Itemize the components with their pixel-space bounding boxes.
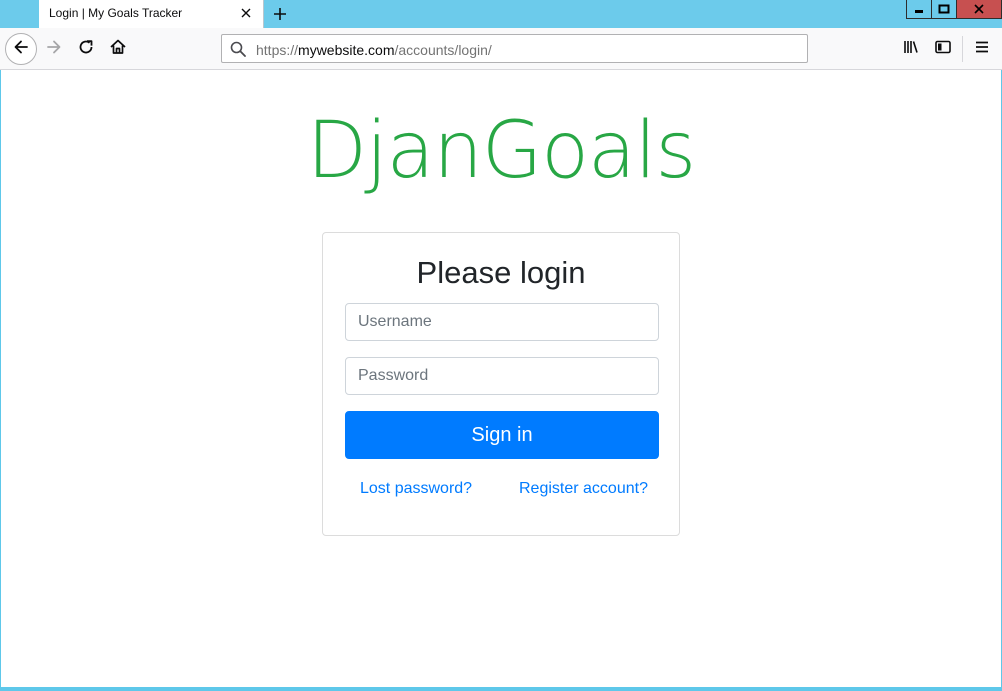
library-button[interactable] xyxy=(901,39,921,59)
url-bar[interactable]: https://mywebsite.com/accounts/login/ xyxy=(221,34,808,63)
library-icon xyxy=(902,38,920,61)
sign-in-button[interactable]: Sign in xyxy=(345,411,659,459)
minimize-icon[interactable] xyxy=(906,0,932,19)
home-button[interactable] xyxy=(108,39,128,59)
login-card: Please login Sign in Lost password? Regi… xyxy=(322,232,680,536)
reload-icon xyxy=(77,38,95,61)
password-input[interactable] xyxy=(345,357,659,395)
lost-password-link[interactable]: Lost password? xyxy=(360,480,472,498)
window-close-icon[interactable] xyxy=(956,0,1002,19)
url-path: /accounts/login/ xyxy=(394,42,492,58)
sidebar-icon xyxy=(934,38,952,61)
brand-logo-text: DjanGoals xyxy=(306,106,696,196)
window-frame-left xyxy=(0,70,1,687)
login-title: Please login xyxy=(416,255,586,290)
arrow-left-icon xyxy=(12,38,30,61)
navigation-toolbar: https://mywebsite.com/accounts/login/ xyxy=(0,28,1002,70)
url-text: https://mywebsite.com/accounts/login/ xyxy=(256,42,492,58)
toolbar-separator xyxy=(962,36,963,62)
tab-title: Login | My Goals Tracker xyxy=(49,6,183,20)
tab-strip: Login | My Goals Tracker xyxy=(0,0,1002,28)
window-controls xyxy=(906,0,1002,20)
page-content: DjanGoals Please login Sign in Lost pass… xyxy=(1,70,1001,687)
forward-button[interactable] xyxy=(44,39,64,59)
username-input[interactable] xyxy=(345,303,659,341)
hamburger-menu-icon xyxy=(974,39,990,60)
sidebar-button[interactable] xyxy=(933,39,953,59)
plus-icon[interactable] xyxy=(268,3,292,25)
reload-button[interactable] xyxy=(76,39,96,59)
arrow-right-icon xyxy=(45,38,63,61)
back-button[interactable] xyxy=(5,33,37,65)
home-icon xyxy=(109,38,127,61)
url-prefix: https:// xyxy=(256,42,299,58)
menu-button[interactable] xyxy=(972,39,992,59)
close-icon[interactable] xyxy=(239,6,253,20)
maximize-icon[interactable] xyxy=(931,0,957,19)
window-frame-bottom xyxy=(0,687,1002,691)
browser-tab-active[interactable]: Login | My Goals Tracker xyxy=(39,0,264,28)
search-icon xyxy=(230,41,246,57)
register-account-link[interactable]: Register account? xyxy=(519,480,648,498)
url-host: mywebsite.com xyxy=(298,42,395,58)
